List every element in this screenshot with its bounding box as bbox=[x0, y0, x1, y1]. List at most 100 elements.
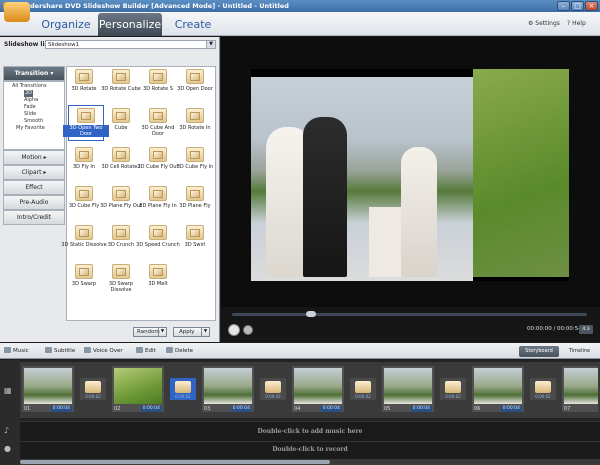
aspect-ratio-button[interactable]: 4:3 bbox=[579, 325, 593, 334]
transition-label: 3D Melt bbox=[148, 281, 168, 287]
transition-tile[interactable]: 3D Plane Fly Out bbox=[100, 184, 142, 218]
slide-clip[interactable]: 07 bbox=[562, 366, 598, 412]
transition-tile[interactable]: 3D Plane Fly In bbox=[139, 184, 177, 218]
clip-thumbnail bbox=[564, 368, 598, 404]
clip-number: 01 bbox=[24, 406, 31, 412]
random-label: Random bbox=[137, 329, 160, 335]
voice-over-button[interactable]: Voice Over bbox=[84, 347, 123, 355]
close-button[interactable]: × bbox=[585, 1, 598, 11]
music-track[interactable]: Double-click to add music here bbox=[20, 421, 600, 441]
delete-button[interactable]: Delete bbox=[166, 347, 193, 355]
seek-handle[interactable] bbox=[306, 311, 316, 317]
apply-button[interactable]: Apply ▼ bbox=[173, 327, 210, 337]
music-button[interactable]: Music bbox=[4, 347, 29, 355]
transition-tile[interactable]: 3D Cube Fly In bbox=[177, 145, 213, 179]
play-icon[interactable] bbox=[228, 324, 240, 336]
transition-slot[interactable]: 0:00:02 bbox=[260, 378, 286, 400]
category-effect[interactable]: Effect bbox=[3, 180, 65, 195]
transition-duration: 0:00:02 bbox=[85, 394, 101, 399]
tab-create[interactable]: Create bbox=[164, 13, 222, 36]
help-link[interactable]: ? Help bbox=[567, 19, 586, 29]
transition-tile[interactable]: 3D Swirl bbox=[178, 223, 212, 257]
voice-track[interactable]: Double-click to record bbox=[20, 441, 600, 459]
stop-icon[interactable] bbox=[243, 325, 253, 335]
minimize-button[interactable]: – bbox=[557, 1, 570, 11]
transition-slot[interactable]: 0:00:02 bbox=[80, 378, 106, 400]
subcat-alpha[interactable]: Alpha bbox=[24, 97, 38, 104]
transition-tile[interactable]: 3D Static Dissolve bbox=[61, 223, 107, 257]
transition-tile[interactable]: 3D Swarp Dissolve bbox=[104, 262, 138, 296]
subtitle-label: Subtitle bbox=[54, 348, 76, 354]
transition-thumbnail bbox=[355, 381, 371, 393]
tab-personalize[interactable]: Personalize bbox=[98, 13, 162, 36]
transition-tile[interactable]: 3D Rotate bbox=[67, 67, 101, 101]
transition-label: 3D Swirl bbox=[184, 242, 206, 248]
transition-tile[interactable]: Cube bbox=[104, 106, 138, 140]
transition-tile[interactable]: 3D Speed Crunch bbox=[136, 223, 180, 257]
transition-tile[interactable]: 3D Cube Fly bbox=[67, 184, 101, 218]
category-clipart[interactable]: Clipart ▸ bbox=[3, 165, 65, 180]
slide-clip[interactable]: 04 0:00:04 bbox=[292, 366, 344, 412]
storyboard-button[interactable]: Storyboard bbox=[519, 346, 559, 357]
transition-thumbnail bbox=[75, 69, 93, 84]
chevron-down-icon[interactable]: ▼ bbox=[158, 328, 166, 336]
transition-duration: 0:00:02 bbox=[265, 394, 281, 399]
subcat-smooth[interactable]: Smooth bbox=[24, 118, 43, 125]
timeline-toolbar: Music Subtitle Voice Over Edit Delete bbox=[0, 343, 600, 359]
slide-clip[interactable]: 05 0:00:04 bbox=[382, 366, 434, 412]
scrollbar-thumb[interactable] bbox=[20, 460, 330, 464]
subcat-2d[interactable]: 2D bbox=[24, 90, 34, 97]
subcat-my-favorite[interactable]: My Favorite bbox=[16, 125, 45, 132]
transition-tile[interactable]: 3D Rotate In bbox=[178, 106, 212, 140]
transition-tile[interactable]: 3D Rotate Cube bbox=[101, 67, 141, 101]
transition-slot[interactable]: 0:00:02 bbox=[440, 378, 466, 400]
voice-track-hint: Double-click to record bbox=[272, 446, 348, 453]
transition-thumbnail bbox=[186, 225, 204, 240]
subcat-fade[interactable]: Fade bbox=[24, 104, 36, 111]
transition-thumbnail bbox=[186, 186, 204, 201]
category-intro-credit[interactable]: Intro/Credit bbox=[3, 210, 65, 225]
time-readout: 00:00:00 / 00:00:54 bbox=[527, 326, 582, 332]
subtitle-button[interactable]: Subtitle bbox=[45, 347, 75, 355]
transition-slot[interactable]: 0:00:02 bbox=[530, 378, 556, 400]
subcat-all[interactable]: All Transitions bbox=[12, 83, 47, 90]
transition-tile[interactable]: 3D Open Door bbox=[177, 67, 213, 101]
transition-tile-selected[interactable]: 3D Open Two Door bbox=[63, 105, 109, 141]
settings-link[interactable]: ⚙ Settings bbox=[528, 19, 560, 29]
category-pre-audio[interactable]: Pre-Audio bbox=[3, 195, 65, 210]
microphone-icon: ● bbox=[4, 444, 11, 453]
transition-thumbnail bbox=[265, 381, 281, 393]
category-label: Transition bbox=[14, 70, 49, 77]
chevron-down-icon[interactable]: ▼ bbox=[201, 328, 209, 336]
transition-duration: 0:00:02 bbox=[355, 394, 371, 399]
slide-clip[interactable]: 02 0:00:04 bbox=[112, 366, 164, 412]
transition-tile[interactable]: 3D Melt bbox=[141, 262, 175, 296]
transition-tile[interactable]: 3D Cube And Door bbox=[141, 106, 175, 140]
edit-button[interactable]: Edit bbox=[136, 347, 156, 355]
subcat-slide[interactable]: Slide bbox=[24, 111, 36, 118]
random-button[interactable]: Random ▼ bbox=[133, 327, 167, 337]
next-photo-panel bbox=[473, 69, 569, 277]
slide-clip[interactable]: 06 0:00:04 bbox=[472, 366, 524, 412]
transition-tile[interactable]: 3D Rotate S bbox=[141, 67, 175, 101]
category-transition[interactable]: Transition ▾ bbox=[3, 66, 65, 81]
transition-tile[interactable]: 3D Plane Fly bbox=[178, 184, 212, 218]
transition-tile[interactable]: 3D Fly In bbox=[67, 145, 101, 179]
seek-bar[interactable] bbox=[232, 313, 587, 316]
transition-tile[interactable]: 3D Cell Rotate2 bbox=[101, 145, 141, 179]
slideshow-select[interactable]: Slideshow1 ▼ bbox=[45, 40, 216, 49]
category-motion[interactable]: Motion ▸ bbox=[3, 150, 65, 165]
tab-organize[interactable]: Organize bbox=[36, 13, 96, 36]
transition-tile[interactable]: 3D Crunch bbox=[104, 223, 138, 257]
timeline-button[interactable]: Timeline bbox=[562, 346, 597, 357]
transition-tile[interactable]: 3D Cube Fly Out bbox=[138, 145, 179, 179]
transition-slot[interactable]: 0:00:02 bbox=[350, 378, 376, 400]
transition-slot-selected[interactable]: 0:00:02 bbox=[170, 378, 196, 400]
maximize-button[interactable]: □ bbox=[571, 1, 584, 11]
slide-clip[interactable]: 01 0:00:04 bbox=[22, 366, 74, 412]
transition-label: 3D Cube Fly In bbox=[176, 164, 214, 170]
timeline-scrollbar[interactable] bbox=[20, 459, 600, 465]
transition-tile[interactable]: 3D Swarp bbox=[67, 262, 101, 296]
slide-clip[interactable]: 03 0:00:04 bbox=[202, 366, 254, 412]
photo-detail bbox=[401, 147, 437, 277]
